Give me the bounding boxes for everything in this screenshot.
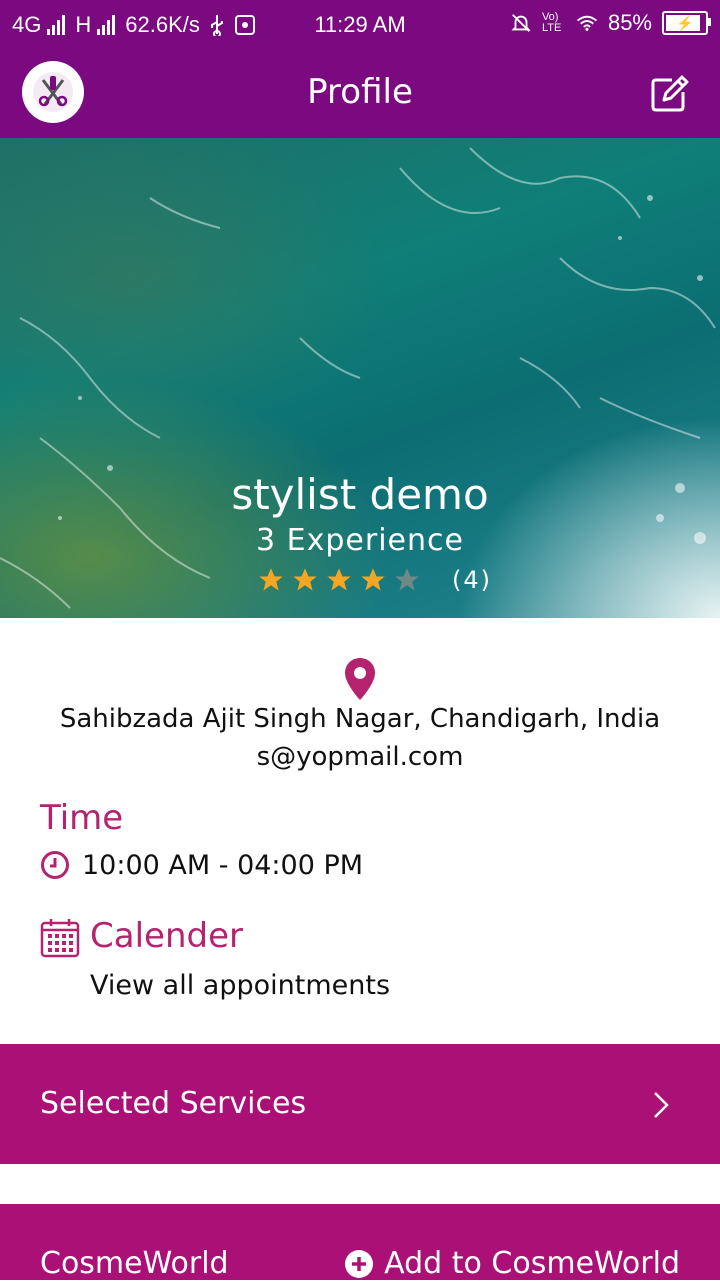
location-pin-icon (345, 658, 375, 700)
page-title: Profile (307, 72, 413, 112)
selected-services-label: Selected Services (40, 1086, 307, 1121)
cosmeworld-label: CosmeWorld (40, 1246, 229, 1281)
cosmeworld-row: CosmeWorld Add to CosmeWorld (0, 1204, 720, 1281)
volte-label: Vo) LTE (541, 11, 562, 34)
star-filled-icon (361, 568, 385, 591)
edit-profile-button[interactable] (650, 74, 690, 114)
profile-email[interactable]: s@yopmail.com (0, 742, 720, 772)
app-bar: Profile (0, 50, 720, 138)
profile-info: Sahibzada Ajit Singh Nagar, Chandigarh, … (0, 618, 720, 1044)
calendar-heading: Calender (90, 916, 243, 956)
selected-services-row[interactable]: Selected Services (0, 1044, 720, 1164)
profile-address: Sahibzada Ajit Singh Nagar, Chandigarh, … (59, 704, 661, 734)
rating-count: (4) (452, 566, 492, 594)
star-filled-icon (259, 568, 283, 591)
edit-icon (651, 75, 689, 112)
chevron-right-icon (654, 1092, 669, 1118)
star-filled-icon (327, 568, 351, 591)
profile-cover: stylist demo 3 Experience (4) (0, 138, 720, 618)
section-spacer (0, 1164, 720, 1204)
calendar-icon (40, 919, 80, 958)
muted-bell-icon (510, 12, 532, 34)
time-heading: Time (40, 798, 124, 838)
battery-percent: 85% (607, 10, 652, 35)
profile-experience: 3 Experience (256, 523, 464, 558)
star-filled-icon (293, 568, 317, 591)
clock-icon (41, 851, 69, 879)
star-empty-icon (395, 568, 419, 591)
add-to-cosmeworld-label: Add to CosmeWorld (384, 1246, 680, 1281)
add-circle-icon (345, 1249, 374, 1278)
add-to-cosmeworld-button[interactable]: Add to CosmeWorld (344, 1246, 680, 1281)
rating-stars: (4) (256, 566, 492, 594)
wifi-icon (576, 12, 598, 34)
status-bar: 4G H 62.6K/s 11:29 AM Vo) LTE 85% ⚡ (0, 0, 720, 50)
working-hours: 10:00 AM - 04:00 PM (82, 850, 364, 881)
battery-icon: ⚡ (662, 11, 711, 35)
view-appointments-link[interactable]: View all appointments (90, 970, 390, 1001)
profile-name: stylist demo (231, 470, 489, 519)
